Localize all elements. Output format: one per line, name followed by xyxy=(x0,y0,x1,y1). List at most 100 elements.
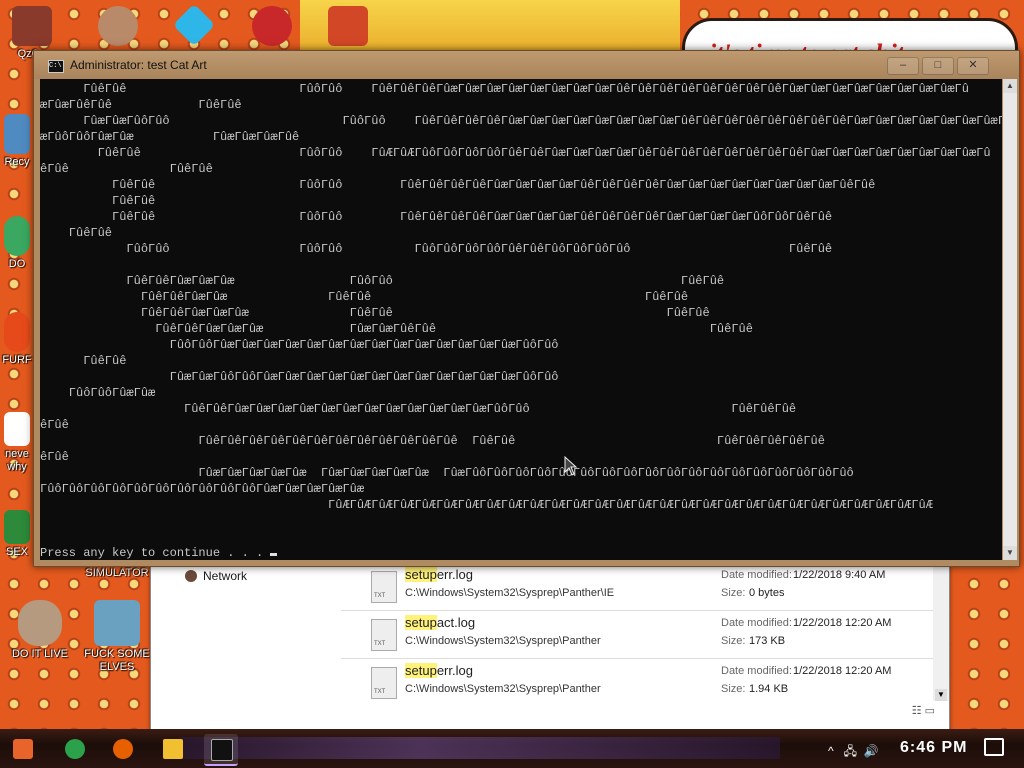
scroll-down-icon[interactable]: ▼ xyxy=(1003,546,1017,560)
elf-icon xyxy=(94,600,140,646)
desktop-icon-label: SIMULATOR xyxy=(85,567,149,579)
console-line: ΓûôΓûôΓûæΓûæΓûæΓûæΓûæΓûæΓûæΓûæΓûæΓûæΓûæΓ… xyxy=(40,338,559,352)
desktop-icon-label: FUCK SOME ELVES xyxy=(84,648,150,673)
desktop-icon-do-it-live[interactable]: DO IT LIVE xyxy=(8,600,72,661)
console-output[interactable]: ΓûêΓûê ΓûôΓûô ΓûêΓûêΓûêΓûæΓûæΓûæΓûæΓûæΓû… xyxy=(40,79,1002,560)
size-value: 0 bytes xyxy=(749,587,785,599)
volume-icon[interactable]: 🔊 xyxy=(864,744,879,758)
powerpoint-icon xyxy=(328,6,368,46)
file-name: setuperr.log xyxy=(405,663,473,678)
text-cursor xyxy=(270,553,278,556)
desktop-icon-elves[interactable]: FUCK SOME ELVES xyxy=(84,600,150,674)
console-line: ΓûêΓûê xyxy=(40,226,113,240)
desktop-icon-p[interactable] xyxy=(250,6,294,48)
title-bar[interactable]: C:\ Administrator: test Cat Art – □ ✕ xyxy=(34,51,1019,79)
console-line: ΓûæΓûæΓûæΓûæΓûæ ΓûæΓûæΓûæΓûæΓûæ ΓûæΓûôΓû… xyxy=(40,466,854,480)
recycle-bin-icon xyxy=(4,114,30,154)
chrome-icon xyxy=(65,739,85,759)
text-file-icon xyxy=(371,667,397,699)
console-line: ΓûôΓûôΓûôΓûôΓûôΓûôΓûôΓûôΓûôΓûôΓûæΓûæΓûæΓ… xyxy=(40,482,365,496)
minimize-button[interactable]: – xyxy=(887,57,919,75)
taskbar-command-prompt[interactable] xyxy=(204,734,238,766)
date-value: 1/22/2018 12:20 AM xyxy=(793,665,892,677)
document-icon xyxy=(4,412,30,446)
start-icon xyxy=(13,739,33,759)
notifications-icon[interactable] xyxy=(984,738,1004,756)
date-value: 1/22/2018 9:40 AM xyxy=(793,569,886,581)
scroll-down-icon[interactable]: ▼ xyxy=(935,689,947,701)
chevron-up-icon[interactable]: ^ xyxy=(828,744,834,758)
desktop-icon-furf[interactable]: FURF xyxy=(0,312,34,367)
console-line: ΓûêΓûê xyxy=(40,194,156,208)
text-file-icon xyxy=(371,571,397,603)
desktop-icon-powerpoint[interactable] xyxy=(326,6,370,48)
vertical-scrollbar[interactable]: ▼ xyxy=(933,561,949,701)
console-line: ΓûêΓûê ΓûôΓûô ΓûÆΓûÆΓûôΓûôΓûôΓûôΓûêΓûêΓû… xyxy=(40,146,991,160)
desktop-icon-recycle-bin[interactable]: Recy xyxy=(0,114,34,169)
size-label: Size: xyxy=(721,683,746,695)
size-value: 1.94 KB xyxy=(749,683,789,695)
console-line: êΓûê xyxy=(40,418,69,432)
console-line: ΓûôΓûôΓûæΓûæ xyxy=(40,386,156,400)
list-item[interactable]: setuperr.log C:\Windows\System32\Sysprep… xyxy=(341,659,933,707)
desktop-icon-label: SEX xyxy=(5,546,28,558)
file-path: C:\Windows\System32\Sysprep\Panther xyxy=(405,683,601,695)
taskbar-file-explorer[interactable] xyxy=(156,734,190,764)
clock[interactable]: 6:46 PM xyxy=(900,739,967,757)
console-line: ΓûôΓûô ΓûôΓûô ΓûôΓûôΓûôΓûôΓûêΓûêΓûôΓûôΓû… xyxy=(40,242,833,256)
search-results-list: setuperr.log C:\Windows\System32\Sysprep… xyxy=(341,561,933,711)
maximize-button[interactable]: □ xyxy=(922,57,954,75)
desktop-icon-label: FURF xyxy=(2,354,32,366)
list-item[interactable]: setuperr.log C:\Windows\System32\Sysprep… xyxy=(341,563,933,611)
file-name: setupact.log xyxy=(405,615,476,630)
size-label: Size: xyxy=(721,587,746,599)
file-name: setuperr.log xyxy=(405,567,473,582)
view-toggle-icons[interactable]: ☷ ▭ xyxy=(912,704,935,717)
desktop-icon-simulator[interactable]: SIMULATOR xyxy=(84,567,150,580)
date-value: 1/22/2018 12:20 AM xyxy=(793,617,892,629)
close-button[interactable]: ✕ xyxy=(957,57,989,75)
date-label: Date modified: xyxy=(721,665,792,677)
network-icon xyxy=(185,570,197,582)
console-line: ΓûÆΓûÆΓûÆΓûÆΓûÆΓûÆΓûÆΓûÆΓûÆΓûÆΓûÆΓûÆΓûÆΓ… xyxy=(40,498,933,512)
desktop-icon-portrait[interactable] xyxy=(96,6,140,48)
network-icon[interactable]: 🖧 xyxy=(844,744,857,758)
console-line: æΓûæΓûêΓûê ΓûêΓûê xyxy=(40,98,242,112)
command-prompt-icon: C:\ xyxy=(48,60,64,73)
list-item[interactable]: setupact.log C:\Windows\System32\Sysprep… xyxy=(341,611,933,659)
folder-icon xyxy=(163,739,183,759)
command-prompt-icon xyxy=(211,739,233,761)
chrome-shortcut-icon xyxy=(4,216,30,256)
desktop-icon-never[interactable]: neve why xyxy=(0,412,34,474)
text-file-icon xyxy=(371,619,397,651)
start-button[interactable] xyxy=(6,734,40,764)
console-line: ΓûêΓûê xyxy=(40,354,127,368)
console-line: Press any key to continue . . . xyxy=(40,546,271,560)
app-icon xyxy=(12,6,52,46)
size-value: 173 KB xyxy=(749,635,786,647)
console-line: ΓûæΓûæΓûôΓûô ΓûôΓûô ΓûêΓûêΓûêΓûêΓûæΓûæΓû… xyxy=(40,114,1002,128)
taskbar: ^ 🖧 🔊 6:46 PM xyxy=(0,729,1024,768)
desktop-icon-gem[interactable] xyxy=(172,3,216,47)
console-line: êΓûê xyxy=(40,450,69,464)
console-line: ΓûêΓûê ΓûôΓûô ΓûêΓûêΓûêΓûêΓûæΓûæΓûæΓûæΓû… xyxy=(40,210,833,224)
system-tray[interactable]: ^ 🖧 🔊 xyxy=(828,742,879,763)
size-label: Size: xyxy=(721,635,746,647)
console-window[interactable]: C:\ Administrator: test Cat Art – □ ✕ Γû… xyxy=(33,50,1020,567)
desktop-icon-do[interactable]: DO xyxy=(0,216,34,271)
console-line: ΓûêΓûêΓûêΓûêΓûêΓûêΓûêΓûêΓûêΓûêΓûêΓûê Γûê… xyxy=(40,434,825,448)
console-text: ΓûêΓûê ΓûôΓûô ΓûêΓûêΓûêΓûæΓûæΓûæΓûæΓûæΓû… xyxy=(40,79,1002,560)
console-line: ΓûêΓûêΓûæΓûæΓûæ ΓûêΓûê ΓûêΓûê xyxy=(40,306,710,320)
nav-item-network[interactable]: Network xyxy=(203,569,247,583)
date-label: Date modified: xyxy=(721,617,792,629)
firefox-icon xyxy=(113,739,133,759)
vertical-scrollbar[interactable]: ▲ ▼ xyxy=(1003,79,1017,560)
scroll-up-icon[interactable]: ▲ xyxy=(1003,79,1017,93)
firefox-shortcut-icon xyxy=(4,312,30,352)
window-title: Administrator: test Cat Art xyxy=(70,58,207,72)
taskbar-chrome[interactable] xyxy=(58,734,92,764)
desktop-icon-sex[interactable]: SEX xyxy=(0,510,34,559)
desktop-icon-label: DO IT LIVE xyxy=(11,648,69,660)
taskbar-firefox[interactable] xyxy=(106,734,140,764)
mouse-cursor-icon xyxy=(564,456,578,476)
